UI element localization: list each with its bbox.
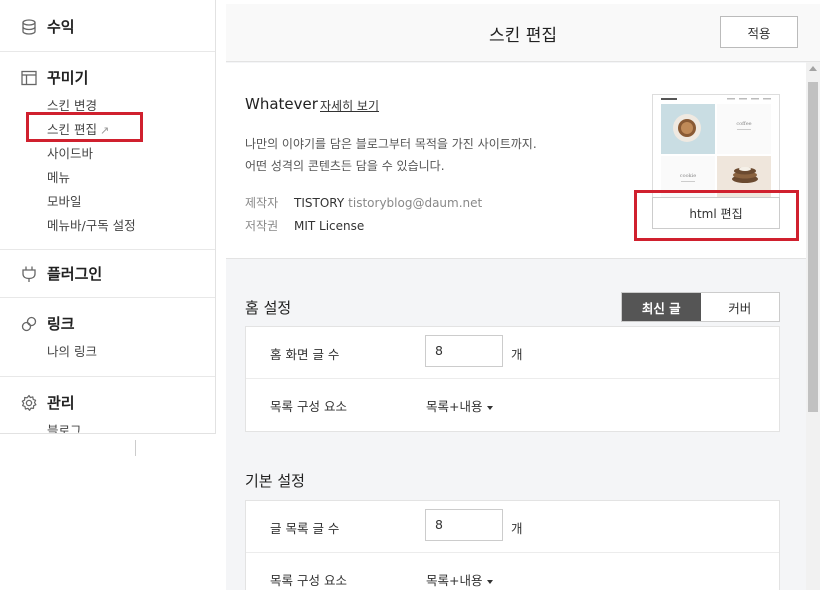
toggle-latest-posts[interactable]: 최신 글 — [622, 293, 701, 321]
license-row: 저작권 MIT License — [245, 217, 364, 234]
skin-name: Whatever — [245, 95, 318, 113]
chevron-down-icon — [487, 405, 494, 410]
sidebar-group-manage: 관리 블로그 — [0, 376, 215, 433]
field-label: 홈 화면 글 수 — [270, 347, 340, 362]
home-list-compose-dropdown[interactable]: 목록+내용 — [426, 396, 494, 415]
gear-icon — [21, 394, 37, 411]
home-display-toggle: 최신 글 커버 — [621, 292, 780, 322]
sidebar-group-plugin: 플러그인 — [0, 249, 215, 297]
home-list-compose-row: 목록 구성 요소 목록+내용 — [246, 378, 779, 429]
home-post-count-input[interactable]: 8 — [425, 335, 503, 367]
app-root: 수익 꾸미기 스킨 변경 스킨 편집 ↗ 사이드바 메뉴 모바일 메뉴바/구독 설… — [0, 0, 820, 590]
skin-thumbnail: coffee cookie — [652, 94, 780, 200]
home-settings-title: 홈 설정 — [245, 299, 292, 317]
maker-email: tistoryblog@daum.net — [348, 196, 483, 210]
detail-link[interactable]: 자세히 보기 — [320, 97, 379, 114]
description-line: 나만의 이야기를 담은 블로그부터 목적을 가진 사이트까지. — [245, 137, 537, 151]
sidebar-item-decorate[interactable]: 꾸미기 — [20, 67, 88, 88]
thumb-caption: coffee — [736, 121, 751, 127]
sidebar-label: 꾸미기 — [47, 69, 89, 87]
maker-name: TISTORY — [294, 196, 345, 210]
sidebar-item-plugin[interactable]: 플러그인 — [20, 263, 102, 284]
scrollbar-thumb[interactable] — [808, 82, 818, 412]
coins-icon — [22, 18, 36, 35]
divider — [135, 440, 136, 456]
license-key: 저작권 — [245, 219, 279, 233]
home-post-count-row: 홈 화면 글 수 8 개 — [246, 327, 779, 378]
highlight-box-skin-edit — [26, 112, 143, 142]
layout-icon — [21, 70, 37, 85]
plug-icon — [22, 266, 36, 282]
maker-row: 제작자 TISTORY tistoryblog@daum.net — [245, 194, 482, 211]
sidebar-item-blog[interactable]: 블로그 — [47, 420, 82, 433]
maker-key: 제작자 — [245, 196, 279, 210]
unit-label: 개 — [511, 347, 523, 362]
sidebar-item-menu[interactable]: 메뉴 — [47, 167, 70, 186]
skin-preview-image: coffee cookie — [653, 95, 779, 199]
sidebar-item-sidebar[interactable]: 사이드바 — [47, 143, 93, 162]
sidebar-item-manage[interactable]: 관리 — [20, 392, 75, 413]
basic-list-compose-dropdown[interactable]: 목록+내용 — [426, 570, 494, 589]
apply-button[interactable]: 적용 — [720, 16, 798, 48]
basic-settings-panel: 글 목록 글 수 8 개 목록 구성 요소 목록+내용 — [245, 500, 780, 590]
dropdown-value: 목록+내용 — [426, 573, 483, 588]
list-post-count-row: 글 목록 글 수 8 개 — [246, 501, 779, 552]
sidebar-group-revenue: 수익 — [0, 0, 215, 51]
license-value: MIT License — [294, 219, 365, 233]
sidebar-item-mobile[interactable]: 모바일 — [47, 191, 82, 210]
unit-label: 개 — [511, 521, 523, 536]
home-settings-panel: 홈 화면 글 수 8 개 목록 구성 요소 목록+내용 — [245, 326, 780, 432]
toggle-cover[interactable]: 커버 — [701, 293, 780, 321]
field-label: 목록 구성 요소 — [270, 573, 347, 588]
scrollbar[interactable] — [806, 62, 820, 590]
basic-settings-title: 기본 설정 — [245, 472, 305, 490]
link-icon — [21, 316, 37, 331]
sidebar-label: 수익 — [47, 18, 75, 36]
highlight-box-html-edit — [634, 190, 799, 241]
list-post-count-input[interactable]: 8 — [425, 509, 503, 541]
sidebar-label: 관리 — [47, 394, 75, 412]
sidebar: 수익 꾸미기 스킨 변경 스킨 편집 ↗ 사이드바 메뉴 모바일 메뉴바/구독 설… — [0, 0, 216, 434]
sidebar-item-menubar-subscribe[interactable]: 메뉴바/구독 설정 — [47, 215, 136, 234]
sidebar-item-my-link[interactable]: 나의 링크 — [47, 341, 97, 360]
sidebar-group-decorate: 꾸미기 스킨 변경 스킨 편집 ↗ 사이드바 메뉴 모바일 메뉴바/구독 설정 — [0, 51, 215, 249]
skin-description: 나만의 이야기를 담은 블로그부터 목적을 가진 사이트까지. 어떤 성격의 콘… — [245, 133, 537, 177]
chevron-down-icon — [487, 579, 494, 584]
basic-list-compose-row: 목록 구성 요소 목록+내용 — [246, 552, 779, 590]
description-line: 어떤 성격의 콘텐츠든 담을 수 있습니다. — [245, 159, 445, 173]
sidebar-group-link: 링크 나의 링크 — [0, 297, 215, 376]
sidebar-label: 링크 — [47, 315, 75, 333]
sidebar-item-link[interactable]: 링크 — [20, 313, 75, 334]
sidebar-item-revenue[interactable]: 수익 — [20, 16, 75, 37]
scroll-up-icon[interactable] — [809, 66, 817, 71]
field-label: 글 목록 글 수 — [270, 521, 340, 536]
main-panel: 스킨 편집 적용 Whatever 자세히 보기 나만의 이야기를 담은 블로그… — [226, 4, 820, 590]
sidebar-label: 플러그인 — [47, 265, 103, 283]
dropdown-value: 목록+내용 — [426, 399, 483, 414]
field-label: 목록 구성 요소 — [270, 399, 347, 414]
header: 스킨 편집 적용 — [226, 4, 820, 62]
thumb-caption: cookie — [680, 173, 696, 179]
